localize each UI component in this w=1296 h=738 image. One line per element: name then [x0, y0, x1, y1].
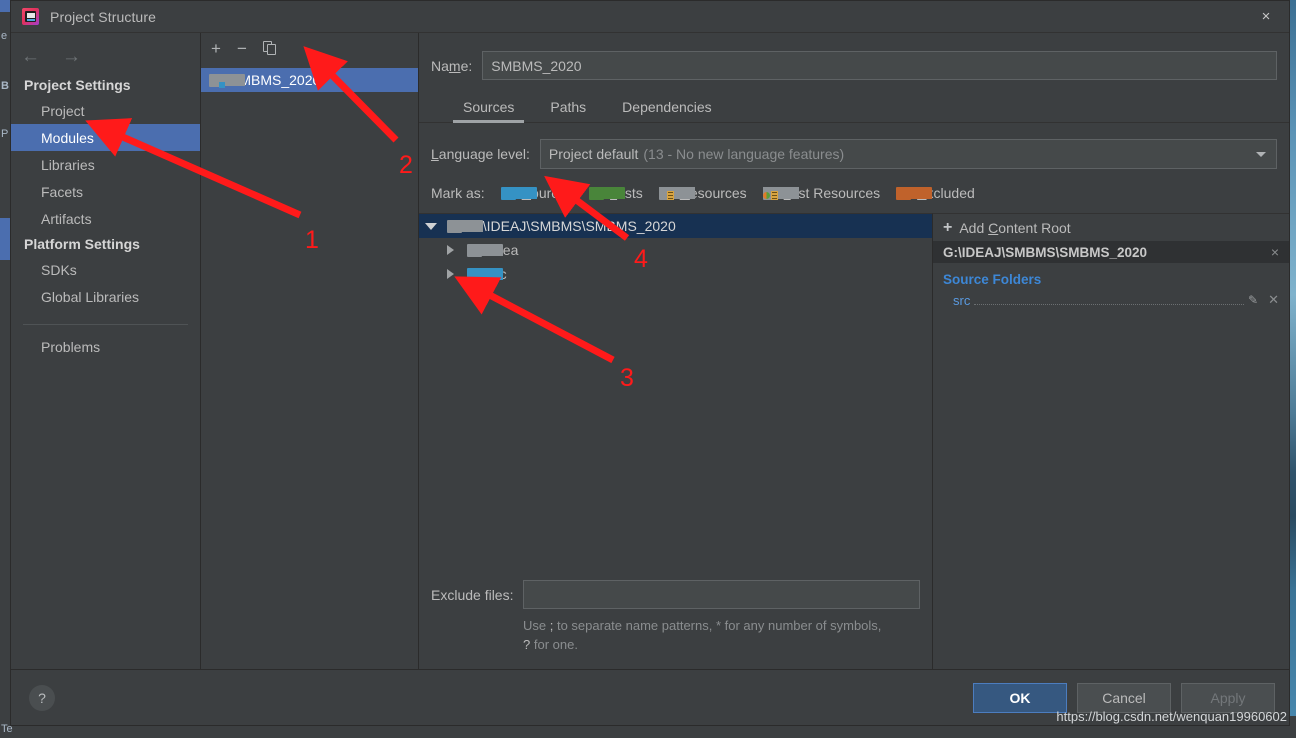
sidebar-item-libraries[interactable]: Libraries — [11, 151, 200, 178]
intellij-idea-icon — [22, 8, 39, 25]
source-folder-item-src[interactable]: src ✎ ✕ — [933, 290, 1289, 310]
sidebar-item-modules[interactable]: Modules — [11, 124, 200, 151]
mark-as-label: Mark as: — [431, 185, 485, 201]
remove-content-root-icon[interactable]: × — [1271, 244, 1279, 260]
module-folder-icon — [209, 73, 245, 88]
content-root-header: G:\IDEAJ\SMBMS\SMBMS_2020 × — [933, 241, 1289, 263]
cancel-button[interactable]: Cancel — [1077, 682, 1171, 713]
sidebar-group-project-settings: Project Settings — [24, 77, 131, 93]
language-level-label: Language level: — [431, 146, 530, 162]
sources-split: G:\IDEAJ\SMBMS\SMBMS_2020 .idea src — [419, 213, 1289, 669]
chevron-right-icon[interactable] — [447, 245, 456, 255]
help-button[interactable]: ? — [29, 684, 55, 711]
watermark-url: https://blog.csdn.net/wenquan19960602 — [1056, 709, 1287, 724]
copy-module-icon[interactable] — [262, 40, 278, 56]
ok-button[interactable]: OK — [973, 682, 1067, 713]
tab-dependencies[interactable]: Dependencies — [604, 94, 730, 122]
dialog-body: ← → Project Settings Project Modules Lib… — [11, 32, 1289, 669]
modules-list: SMBMS_2020 — [201, 63, 418, 669]
exclude-files-row: Exclude files: — [431, 580, 920, 610]
content-tree: G:\IDEAJ\SMBMS\SMBMS_2020 .idea src — [419, 214, 932, 580]
language-level-value-note: (13 - No new language features) — [643, 146, 845, 162]
exclude-hint-part-3: for one. — [530, 637, 578, 653]
forward-arrow-icon[interactable]: → — [62, 47, 81, 66]
exclude-files-area: Exclude files: Use ; to separate name pa… — [419, 580, 932, 669]
folder-icon — [467, 243, 503, 257]
content-tree-pane: G:\IDEAJ\SMBMS\SMBMS_2020 .idea src — [419, 213, 933, 669]
excluded-folder-icon — [896, 186, 933, 200]
back-arrow-icon[interactable]: ← — [21, 47, 40, 66]
add-content-root-label: Add Content Root — [959, 219, 1071, 236]
remove-module-icon[interactable]: − — [237, 40, 247, 57]
exclude-files-input[interactable] — [523, 580, 920, 610]
dialog-titlebar: Project Structure × — [11, 1, 1289, 32]
tab-sources[interactable]: Sources — [445, 94, 532, 123]
tree-row-content-root[interactable]: G:\IDEAJ\SMBMS\SMBMS_2020 — [419, 214, 932, 238]
module-list-item-smbms2020[interactable]: SMBMS_2020 — [201, 68, 418, 92]
content-root-path: G:\IDEAJ\SMBMS\SMBMS_2020 — [943, 244, 1148, 260]
mark-as-tests-button[interactable]: Tests — [589, 185, 643, 201]
sidebar-item-artifacts[interactable]: Artifacts — [11, 205, 200, 232]
sidebar-item-global-libraries[interactable]: Global Libraries — [11, 283, 200, 310]
mark-as-test-resources-button[interactable]: Test Resources — [762, 185, 880, 201]
add-module-icon[interactable]: + — [211, 40, 221, 57]
exclude-hint-part-1: Use — [523, 618, 550, 634]
close-icon[interactable]: × — [1243, 1, 1289, 32]
chevron-down-icon — [1256, 152, 1266, 157]
tab-paths[interactable]: Paths — [532, 94, 604, 122]
modules-toolbar: + − — [201, 33, 418, 63]
tree-row-label: G:\IDEAJ\SMBMS\SMBMS_2020 — [468, 218, 676, 234]
language-level-value: Project default — [548, 146, 639, 162]
mark-as-sources-button[interactable]: Sources — [500, 185, 573, 201]
module-name-row: Name: SMBMS_2020 — [419, 33, 1289, 80]
source-folder-label: src — [953, 292, 971, 308]
mark-as-excluded-button[interactable]: Excluded — [896, 185, 975, 201]
sidebar-item-facets[interactable]: Facets — [11, 178, 200, 205]
mark-as-resources-button[interactable]: Resources — [658, 185, 747, 201]
detail-tabs: Sources Paths Dependencies — [419, 80, 1289, 123]
source-folders-title: Source Folders — [943, 272, 1042, 287]
apply-button[interactable]: Apply — [1181, 682, 1275, 713]
sidebar-item-sdks[interactable]: SDKs — [11, 256, 200, 283]
module-detail-pane: Name: SMBMS_2020 Sources Paths Dependenc… — [419, 33, 1289, 669]
sources-tab-content: Language level: Project default (13 - No… — [419, 123, 1289, 669]
add-content-root-button[interactable]: + Add Content Root — [933, 214, 1289, 241]
exclude-files-hint: Use ; to separate name patterns, * for a… — [523, 617, 920, 655]
test-resources-folder-icon — [762, 186, 799, 200]
chevron-right-icon[interactable] — [447, 269, 456, 279]
dialog-title: Project Structure — [50, 8, 156, 25]
exclude-hint-part-2: to separate name patterns, * for any num… — [553, 618, 882, 634]
module-name-label: Name: — [431, 57, 473, 74]
settings-sidebar: ← → Project Settings Project Modules Lib… — [11, 33, 201, 669]
sidebar-divider — [23, 324, 188, 325]
tests-folder-icon — [589, 186, 626, 200]
resources-folder-icon — [658, 186, 695, 200]
close-icon[interactable]: ✕ — [1268, 292, 1279, 308]
modules-pane: + − SMBMS_2020 — [201, 33, 419, 669]
dialog-footer: ? OK Cancel Apply https://blog.csdn.net/… — [11, 669, 1289, 725]
module-name-input[interactable]: SMBMS_2020 — [482, 51, 1277, 80]
tree-row-src[interactable]: src — [419, 262, 932, 286]
sources-folder-icon — [467, 267, 503, 281]
chevron-down-icon[interactable] — [425, 222, 437, 230]
exclude-files-label: Exclude files: — [431, 586, 514, 603]
folder-icon — [447, 219, 483, 233]
language-level-select[interactable]: Project default (13 - No new language fe… — [539, 139, 1277, 169]
language-level-row: Language level: Project default (13 - No… — [419, 123, 1289, 169]
mark-as-row: Mark as: Sources Tests Resources — [419, 169, 1289, 213]
pencil-icon[interactable]: ✎ — [1248, 293, 1258, 307]
tree-row-idea[interactable]: .idea — [419, 238, 932, 262]
content-root-pane: + Add Content Root G:\IDEAJ\SMBMS\SMBMS_… — [933, 213, 1289, 669]
sidebar-item-project[interactable]: Project — [11, 97, 200, 124]
leader-dots — [974, 304, 1245, 305]
sidebar-group-platform-settings: Platform Settings — [24, 236, 140, 252]
sidebar-nav: ← → — [11, 39, 200, 73]
sidebar-item-problems[interactable]: Problems — [11, 333, 200, 360]
sources-folder-icon — [500, 186, 537, 200]
plus-icon: + — [943, 218, 953, 236]
project-structure-dialog: Project Structure × ← → Project Settings… — [10, 0, 1290, 726]
